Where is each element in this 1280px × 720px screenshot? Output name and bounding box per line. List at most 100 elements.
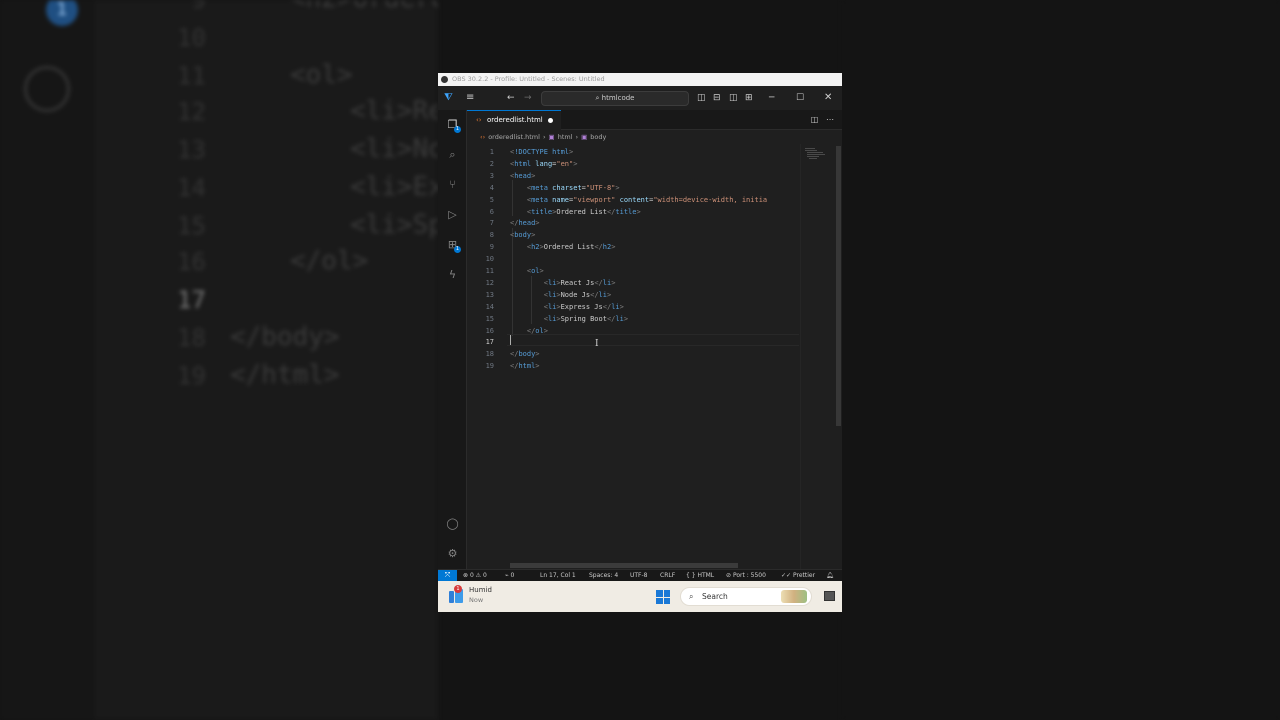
bolt-icon[interactable]: ϟ [445,267,460,282]
title-bar: ⧨ ≡ ← → ⌕ htmlcode ◫ ⊟ ◫ ⊞ ─ ☐ ✕ [438,86,842,110]
source-control-icon[interactable]: ⑂ [445,177,460,192]
bg-line-number: 15 [177,212,206,240]
gear-icon[interactable]: ⚙ [445,546,460,561]
line-number: 7 [489,219,494,228]
background-right-panel [842,0,1280,720]
obs-title: OBS 30.2.2 - Profile: Untitled - Scenes:… [452,75,605,83]
background-bolt-icon [24,66,70,112]
current-line-highlight [507,334,799,346]
port-label: Port : 5500 [732,572,766,579]
bell-icon[interactable]: 🔔︎ [826,570,834,581]
code-line: </body> [510,350,540,359]
line-number: 10 [485,255,494,264]
live-server-status[interactable]: ⊘ Port : 5500 [726,570,766,581]
hamburger-icon[interactable]: ≡ [466,86,474,110]
windows-start-icon[interactable] [656,590,670,604]
line-number: 6 [489,207,494,216]
modified-dot-icon[interactable] [548,118,553,123]
line-number: 3 [489,171,494,180]
split-editor-icon[interactable]: ◫ [811,115,819,124]
bg-code-line: </html> [230,360,340,390]
tab-orderedlist[interactable]: ‹› orderedlist.html [467,110,561,130]
bg-code-line: <li>No [350,134,438,164]
line-number: 4 [489,183,494,192]
arrow-right-icon[interactable]: → [524,86,532,110]
run-debug-icon[interactable]: ▷ [445,207,460,222]
toggle-panel-icon[interactable]: ⊟ [713,86,721,110]
minimap-line [807,152,823,153]
code-line: </head> [510,219,540,228]
bg-line-number: 11 [177,62,206,90]
code-editor[interactable]: 1 <!DOCTYPE html> 2 <html lang="en"> 3 <head>… [467,144,805,569]
language-label: HTML [697,572,715,579]
weather-badge: 1 [454,585,462,593]
line-number: 1 [489,148,494,156]
minimap-line [807,154,825,155]
vscode-logo-icon: ⧨ [444,92,453,103]
indentation-status[interactable]: Spaces: 4 [589,570,618,581]
line-number: 2 [489,159,494,168]
line-number: 15 [485,314,494,323]
account-icon[interactable]: ◯ [445,516,460,531]
breadcrumb-html[interactable]: html [558,133,573,141]
logo-pane [656,590,663,597]
taskbar-search-label: Search [702,592,728,601]
cursor-position[interactable]: Ln 17, Col 1 [540,570,576,581]
taskbar-search[interactable]: ⌕ Search [680,587,812,606]
command-center-label: htmlcode [601,94,635,102]
line-number: 17 [485,338,494,347]
element-icon: ▣ [581,133,588,141]
horizontal-scrollbar[interactable] [510,563,738,568]
breadcrumb-file[interactable]: orderedlist.html [488,133,540,141]
toggle-secondary-sidebar-icon[interactable]: ◫ [729,86,738,110]
eol-status[interactable]: CRLF [660,570,675,581]
line-number: 16 [485,326,494,335]
ibeam-cursor-icon: I [595,339,599,349]
windows-taskbar: 1 Humid Now ⌕ Search [438,581,842,612]
more-actions-icon[interactable]: ⋯ [826,115,834,124]
ports-status[interactable]: ⌁ 0 [505,570,514,581]
weather-icon-part [449,591,454,603]
code-line: <meta name="viewport" content="width=dev… [526,195,768,204]
taskbar-app-icon[interactable] [824,591,835,601]
code-line: <li>Node Js</li> [543,290,612,299]
html-file-icon: ‹› [480,133,486,141]
maximize-icon[interactable]: ☐ [796,86,804,110]
search-icon[interactable]: ⌕ [445,147,460,162]
bg-line-number: 17 [177,286,206,314]
obs-icon [441,76,448,83]
encoding-status[interactable]: UTF-8 [630,570,648,581]
breadcrumb-body[interactable]: body [590,133,606,141]
close-icon[interactable]: ✕ [824,86,832,110]
background-badge: 1 [46,0,78,26]
vertical-scrollbar[interactable] [836,146,841,426]
weather-subtitle: Now [469,596,484,604]
prettier-status[interactable]: ✓✓ Prettier [781,570,815,581]
weather-widget-icon[interactable]: 1 [449,585,465,604]
line-number: 19 [485,362,494,371]
minimap-line [805,150,817,151]
tab-bar: ‹› orderedlist.html ◫ ⋯ [467,110,842,130]
bg-line-number: 10 [177,24,206,52]
weather-title[interactable]: Humid [469,586,492,594]
search-icon: ⌕ [689,592,694,601]
customize-layout-icon[interactable]: ⊞ [745,86,753,110]
arrow-left-icon[interactable]: ← [507,86,515,110]
minimize-icon[interactable]: ─ [769,86,774,110]
toggle-sidebar-icon[interactable]: ◫ [697,86,706,110]
line-number: 12 [485,278,494,287]
minimap-line [805,148,815,149]
status-bar: ⤧ ⊗ 0 ⚠ 0 ⌁ 0 Ln 17, Col 1 Spaces: 4 UTF… [438,569,842,582]
bg-code-line: <ol> [290,60,353,90]
language-status[interactable]: { } HTML [686,570,714,581]
code-line: <title>Ordered List</title> [526,207,641,216]
code-line: <li>Express Js</li> [543,302,624,311]
line-number: 18 [485,350,494,359]
bg-code-line: <li>Re [350,96,438,126]
problems-status[interactable]: ⊗ 0 ⚠ 0 [463,570,487,581]
warning-count: 0 [482,572,487,579]
code-line: <ol> [526,267,544,275]
minimap[interactable] [800,144,836,569]
chevron-right-icon: › [575,133,579,141]
command-center-search[interactable]: ⌕ htmlcode [541,91,689,106]
